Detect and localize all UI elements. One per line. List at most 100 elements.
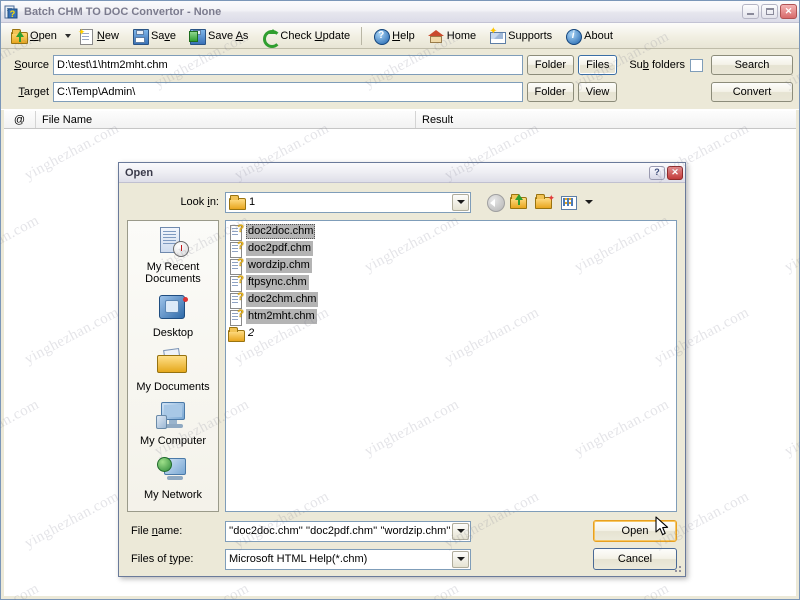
- window-controls: ✕: [742, 4, 797, 19]
- dialog-close-button[interactable]: ✕: [667, 165, 683, 180]
- dialog-title-bar[interactable]: Open ? ✕: [119, 163, 685, 183]
- dialog-main-area: My Recent Documents Desktop My Documents: [127, 220, 677, 512]
- dialog-body: Look in: 1 ✦ My Recent Documents Desktop…: [119, 183, 685, 576]
- convert-button[interactable]: Convert: [711, 82, 793, 102]
- place-label: My Documents: [136, 381, 210, 393]
- toolbar-home-label: Home: [446, 29, 477, 42]
- folder-icon: [228, 326, 245, 342]
- main-toolbar: Open ✦ New Save Save As Check Update Hel…: [1, 23, 799, 49]
- chevron-down-icon: [456, 557, 465, 561]
- file-list-item[interactable]: ? wordzip.chm: [228, 257, 674, 275]
- path-panel: Source D:\test\1\htm2mht.chm Folder File…: [1, 49, 799, 110]
- chm-file-icon: ?: [228, 240, 244, 258]
- source-files-button[interactable]: Files: [578, 55, 618, 75]
- file-list[interactable]: ? doc2doc.chm ? doc2pdf.chm ? wordzip.ch…: [225, 220, 677, 512]
- file-list-item[interactable]: ? htm2mht.chm: [228, 308, 674, 326]
- column-header-result[interactable]: Result: [416, 111, 796, 128]
- file-type-combo[interactable]: Microsoft HTML Help(*.chm): [225, 548, 471, 570]
- column-header-at[interactable]: @: [4, 111, 36, 128]
- open-dropdown-arrow-icon[interactable]: [64, 33, 71, 38]
- file-name-dropdown-button[interactable]: [452, 522, 469, 540]
- window-title: Batch CHM TO DOC Convertor - None: [24, 5, 222, 18]
- toolbar-checkupdate-label: Check Update: [280, 29, 351, 42]
- resize-grip[interactable]: [671, 562, 683, 574]
- toolbar-supports-button[interactable]: ✦ Supports: [483, 25, 558, 47]
- file-list-item[interactable]: ? doc2pdf.chm: [228, 240, 674, 258]
- look-in-combo[interactable]: 1: [225, 191, 471, 213]
- source-folder-button[interactable]: Folder: [526, 55, 575, 75]
- dialog-title: Open: [125, 166, 154, 179]
- target-view-button[interactable]: View: [577, 82, 618, 102]
- my-documents-icon: [156, 347, 190, 379]
- open-button[interactable]: Open: [593, 520, 677, 542]
- file-list-item[interactable]: ? doc2chm.chm: [228, 291, 674, 309]
- toolbar-new-button[interactable]: ✦ New: [72, 25, 125, 47]
- file-type-row: Files of type: Microsoft HTML Help(*.chm…: [127, 548, 677, 570]
- place-label: My Recent Documents: [145, 261, 201, 285]
- target-row: Target C:\Temp\Admin\ Folder View Sub fo…: [7, 81, 793, 103]
- file-list-item[interactable]: ? doc2doc.chm: [228, 223, 674, 241]
- place-label: Desktop: [152, 327, 194, 339]
- places-bar: My Recent Documents Desktop My Documents: [127, 220, 219, 512]
- home-icon: [427, 28, 444, 44]
- file-name: ftpsync.chm: [246, 275, 309, 290]
- file-name-value[interactable]: ''doc2doc.chm'' ''doc2pdf.chm'' ''wordzi…: [229, 525, 451, 537]
- place-label: My Computer: [139, 435, 207, 447]
- place-my-documents[interactable]: My Documents: [129, 347, 217, 393]
- toolbar-open-label: Open: [30, 29, 57, 42]
- place-my-recent-documents[interactable]: My Recent Documents: [129, 227, 217, 285]
- toolbar-checkupdate-button[interactable]: Check Update: [255, 25, 356, 48]
- toolbar-about-button[interactable]: About: [559, 25, 619, 47]
- file-name: doc2pdf.chm: [246, 241, 313, 256]
- dialog-help-button[interactable]: ?: [649, 165, 665, 180]
- file-list-item[interactable]: 2: [228, 325, 674, 342]
- toolbar-home-button[interactable]: Home: [422, 25, 482, 47]
- place-my-network[interactable]: My Network: [129, 455, 217, 501]
- subfolders-checkbox[interactable]: [690, 58, 703, 72]
- target-folder-button[interactable]: Folder: [526, 82, 574, 102]
- save-as-icon: [189, 28, 207, 45]
- column-header-filename[interactable]: File Name: [36, 111, 416, 128]
- place-label: My Network: [143, 489, 203, 501]
- place-my-computer[interactable]: My Computer: [129, 401, 217, 447]
- about-icon: [565, 28, 583, 45]
- up-one-level-icon[interactable]: [510, 193, 530, 212]
- chm-file-icon: ?: [228, 223, 244, 241]
- toolbar-saveas-button[interactable]: Save As: [183, 25, 254, 47]
- help-icon: [373, 28, 391, 45]
- maximize-button[interactable]: [761, 4, 778, 19]
- title-bar[interactable]: ? Batch CHM TO DOC Convertor - None ✕: [1, 1, 799, 23]
- source-input[interactable]: D:\test\1\htm2mht.chm: [53, 55, 523, 75]
- toolbar-about-label: About: [584, 29, 613, 42]
- file-type-dropdown-button[interactable]: [452, 550, 469, 568]
- file-type-label: Files of type:: [131, 553, 194, 565]
- look-in-value-wrap: 1: [229, 194, 451, 210]
- toolbar-open-button[interactable]: Open: [5, 25, 63, 47]
- look-in-label: Look in:: [180, 196, 219, 208]
- target-label: Target: [18, 86, 49, 98]
- folder-icon: [229, 194, 246, 210]
- toolbar-save-button[interactable]: Save: [126, 25, 182, 47]
- chm-file-icon: ?: [228, 274, 244, 292]
- floppy-disk-icon: [132, 28, 149, 45]
- views-dropdown-arrow-icon[interactable]: [585, 200, 593, 204]
- new-folder-icon[interactable]: ✦: [535, 193, 555, 212]
- close-button[interactable]: ✕: [780, 4, 797, 19]
- back-icon[interactable]: [485, 193, 505, 212]
- folder-open-icon: [11, 28, 28, 44]
- target-input[interactable]: C:\Temp\Admin\: [53, 82, 523, 102]
- place-desktop[interactable]: Desktop: [129, 293, 217, 339]
- look-in-dropdown-button[interactable]: [452, 193, 469, 211]
- file-name-combo[interactable]: ''doc2doc.chm'' ''doc2pdf.chm'' ''wordzi…: [225, 520, 471, 542]
- look-in-row: Look in: 1 ✦: [127, 191, 677, 213]
- file-name: htm2mht.chm: [246, 309, 317, 324]
- views-icon[interactable]: [560, 193, 580, 212]
- minimize-button[interactable]: [742, 4, 759, 19]
- toolbar-separator: [361, 26, 363, 45]
- cancel-button[interactable]: Cancel: [593, 548, 677, 570]
- file-list-item[interactable]: ? ftpsync.chm: [228, 274, 674, 292]
- toolbar-help-button[interactable]: Help: [367, 25, 421, 47]
- search-button[interactable]: Search: [711, 55, 793, 75]
- dialog-nav-icons: ✦: [485, 193, 593, 212]
- file-type-value: Microsoft HTML Help(*.chm): [229, 553, 368, 565]
